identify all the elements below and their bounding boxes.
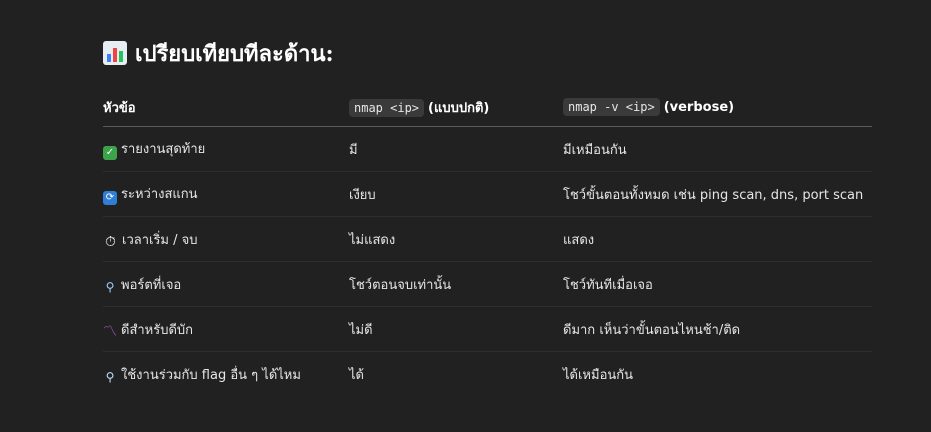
normal-cell: ไม่แสดง	[349, 216, 563, 262]
normal-cell: โชว์ตอนจบเท่านั้น	[349, 261, 563, 307]
verbose-cell: โชว์ขั้นตอนทั้งหมด เช่น ping scan, dns, …	[563, 171, 872, 217]
bar-chart-icon	[103, 41, 127, 65]
table-row: ⏱ เวลาเริ่ม / จบ ไม่แสดง แสดง	[103, 216, 872, 262]
verbose-cell: โชว์ทันทีเมื่อเจอ	[563, 261, 872, 307]
verbose-cell: แสดง	[563, 216, 872, 262]
code-snippet: nmap -v <ip>	[563, 98, 660, 116]
table-row: ⚲ ใช้งานร่วมกับ flag อื่น ๆ ได้ไหม ได้ ได…	[103, 352, 872, 397]
magnifier-right-icon: ⚲	[105, 369, 115, 384]
topic-cell: ⟳ ระหว่างสแกน	[103, 171, 349, 217]
table-header-row: หัวข้อ nmap <ip> (แบบปกติ) nmap -v <ip> (v…	[103, 89, 872, 127]
bug-icon: 〽	[103, 323, 117, 340]
normal-cell: มี	[349, 126, 563, 172]
verbose-cell: ได้เหมือนกัน	[563, 367, 634, 383]
table-row: ⟳ ระหว่างสแกน เงียบ โชว์ขั้นตอนทั้งหมด เช…	[103, 171, 872, 217]
comparison-section: เปรียบเทียบทีละด้าน: หัวข้อ nmap <ip> (แบ…	[103, 37, 872, 396]
verbose-cell: มีเหมือนกัน	[563, 126, 872, 172]
magnifier-icon: ⚲	[105, 279, 115, 294]
column-header-normal: nmap <ip> (แบบปกติ)	[349, 89, 563, 127]
normal-cell: เงียบ	[349, 171, 563, 217]
table-row: 〽ดีสำหรับดีบัก ไม่ดี ดีมาก เห็นว่าขั้นตอ…	[103, 306, 872, 352]
normal-cell: ได้	[349, 367, 364, 383]
topic-cell: ✓ รายงานสุดท้าย	[103, 126, 349, 172]
check-mark-icon: ✓	[103, 146, 117, 160]
column-header-verbose: nmap -v <ip> (verbose)	[563, 89, 872, 127]
normal-cell: ไม่ดี	[349, 306, 563, 352]
topic-cell: ⚲ พอร์ตที่เจอ	[103, 261, 349, 307]
table-row: ✓ รายงานสุดท้าย มี มีเหมือนกัน	[103, 126, 872, 172]
comparison-table: หัวข้อ nmap <ip> (แบบปกติ) nmap -v <ip> (v…	[103, 89, 872, 396]
column-header-topic: หัวข้อ	[103, 89, 349, 127]
stopwatch-icon: ⏱	[105, 233, 116, 250]
section-heading: เปรียบเทียบทีละด้าน:	[103, 37, 872, 69]
table-row: ⚲ พอร์ตที่เจอ โชว์ตอนจบเท่านั้น โชว์ทันที…	[103, 261, 872, 307]
cycle-arrows-icon: ⟳	[103, 191, 117, 205]
topic-cell: 〽ดีสำหรับดีบัก	[103, 306, 349, 352]
verbose-cell: ดีมาก เห็นว่าขั้นตอนไหนช้า/ติด	[563, 306, 872, 352]
topic-cell: ⚲ ใช้งานร่วมกับ flag อื่น ๆ ได้ไหม	[103, 352, 349, 397]
code-snippet: nmap <ip>	[349, 99, 425, 117]
section-heading-text: เปรียบเทียบทีละด้าน:	[135, 40, 334, 67]
topic-cell: ⏱ เวลาเริ่ม / จบ	[103, 216, 349, 262]
